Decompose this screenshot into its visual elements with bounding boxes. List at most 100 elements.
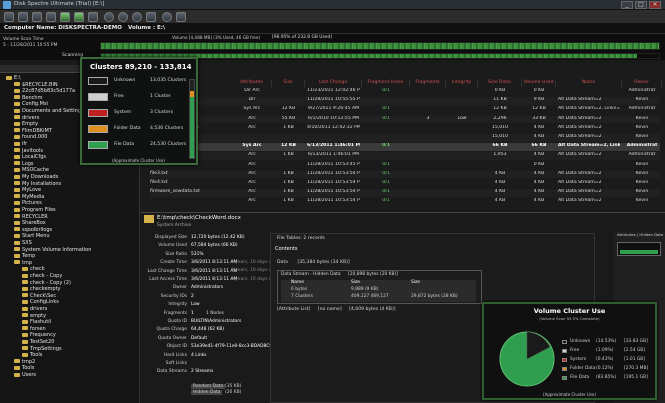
tree-item-label: Empty xyxy=(22,121,39,128)
search-icon[interactable] xyxy=(132,12,142,22)
table-row[interactable]: file2.txtArc11/28/2011 10:53:45 PM0/10 K… xyxy=(150,162,660,170)
cell-ratio: 15,010 xyxy=(491,134,509,139)
folder-icon xyxy=(22,319,28,324)
folder-icon xyxy=(14,207,20,212)
cell-used: 12 KB xyxy=(532,106,546,112)
column-header-8[interactable]: Notes xyxy=(556,80,622,87)
help-icon[interactable] xyxy=(118,12,128,22)
title-bar: Disk Spectre Ultimate (Trial) [E:\] _ □ … xyxy=(0,0,665,10)
volume-map[interactable] xyxy=(100,42,660,50)
field-label: Data Streams xyxy=(156,369,187,375)
ads-title[interactable]: Data Stream - Hidden Data [20,898 bytes … xyxy=(281,272,398,277)
folder-icon xyxy=(14,82,20,87)
column-header-1[interactable]: Size xyxy=(272,80,305,87)
scan-icon[interactable] xyxy=(60,12,70,22)
table-row[interactable]: file4.txt Arc 1 KB 11/28/2011 10:53:54 PM 0/… xyxy=(150,180,660,188)
tree-item-label: drivers xyxy=(30,306,48,312)
folder-icon xyxy=(14,141,20,146)
tree-item-label: MyMedia xyxy=(22,193,45,200)
column-header-9[interactable]: Owner xyxy=(622,80,662,87)
folder-icon xyxy=(22,293,28,298)
folder-icon xyxy=(14,372,20,377)
cell-owner: Kevin xyxy=(635,180,649,185)
cell-attr: Sys Arc xyxy=(242,143,262,149)
field-value: 53e39e41-4f79-11e0-8cc3-BDAD8C9... xyxy=(191,344,277,350)
cell-attr: Dir xyxy=(248,97,256,103)
cluster-subtitle: (Volume Scan 93.5% Complete) xyxy=(539,316,600,321)
close-button[interactable]: × xyxy=(649,1,661,9)
home-icon[interactable] xyxy=(146,12,156,22)
table-row[interactable]: file.exeSys Arc12 KB9/27/2011 9:26:45 AM… xyxy=(150,106,660,114)
popup-value: 1 Cluster xyxy=(150,94,171,99)
cell-owner: Kevin xyxy=(635,124,649,130)
field-label: Fragments xyxy=(163,310,187,316)
ads-cell: 7 Clusters xyxy=(291,294,314,299)
table-row[interactable]: firmware_sowdata.txt Arc 1 KB 11/28/2011 10… xyxy=(150,189,660,197)
cell-used: 33 KB xyxy=(532,115,546,121)
stream-item[interactable]: Random Data xyxy=(191,384,226,389)
folder-icon[interactable] xyxy=(32,12,42,22)
maximize-button[interactable]: □ xyxy=(635,1,647,9)
table-row[interactable]: checkWord.docx15,0104 KBAlt Data Stream=… xyxy=(150,134,660,142)
file-tables[interactable]: File Tables: 2 records xyxy=(277,236,325,241)
ads-box: Data Stream - Hidden Data [20,898 bytes … xyxy=(277,270,482,304)
table-row[interactable]: DefaultWordList.docxArc1 KB4/10/2011 12:… xyxy=(150,125,660,133)
cell-notes: Alt Data Stream=2 xyxy=(558,198,602,204)
column-header-0[interactable]: Attributes xyxy=(232,80,272,87)
drive-icon[interactable] xyxy=(46,12,56,22)
column-header-5[interactable]: Integrity xyxy=(446,80,478,87)
field-label: Soft Links xyxy=(165,361,187,366)
table-row[interactable]: ChkEnc.logDir Arc11/23/2011 12:02:46 PM0… xyxy=(150,88,660,96)
cell-used: 4 KB xyxy=(533,189,545,195)
folder-icon xyxy=(14,174,20,179)
file-name: file4.txt xyxy=(150,180,168,185)
tree-item-label: My Installations xyxy=(22,180,62,187)
tree-item-label: MyLove xyxy=(22,187,42,194)
volume-stats: Volume [4,488 MB] (3% Used, 46 GB free) xyxy=(172,35,261,40)
open-icon[interactable] xyxy=(4,12,14,22)
cell-change: 4/10/2011 12:42:32 PM xyxy=(307,124,360,130)
popup-value: 4,536 Clusters xyxy=(150,126,184,131)
table-row[interactable]: checkDisk.exeDir11/28/2011 10:55:55 PM11… xyxy=(150,97,660,105)
table-row[interactable]: files.txtSys Arc12 KB6/13/2011 1:46:01 P… xyxy=(150,143,660,151)
table-row[interactable]: file1.txtArc1 KB6/13/2011 1:46:01 PM1,95… xyxy=(150,152,660,160)
cell-frags: 3 xyxy=(426,115,430,121)
popup-row: Folder Data 4,536 Clusters xyxy=(88,125,188,136)
tree-item[interactable]: Users xyxy=(14,372,36,379)
legend-label: Folder Data xyxy=(570,366,596,371)
tree-item-label: drivers xyxy=(22,114,40,121)
table-row[interactable]: Arc 1 KB 11/28/2011 10:53:54 PM 0/1 4 KB 4 KB… xyxy=(150,198,660,206)
column-header-4[interactable]: Fragments xyxy=(410,80,446,87)
save-icon[interactable] xyxy=(18,12,28,22)
stream-size: (20 KB) xyxy=(225,390,242,395)
cell-ratio: 12 KB xyxy=(493,106,507,112)
folder-icon xyxy=(22,286,28,291)
report-icon[interactable] xyxy=(74,12,84,22)
minimize-button[interactable]: _ xyxy=(621,1,633,9)
swatch xyxy=(88,125,108,133)
table-row[interactable]: file3.txt Arc 1 KB 11/28/2011 10:53:54 PM 0/… xyxy=(150,170,660,179)
legend-label: Unknown xyxy=(570,339,591,344)
column-header-7[interactable]: Volume Used xyxy=(522,80,556,87)
cluster-pie xyxy=(499,331,555,387)
settings-icon[interactable] xyxy=(162,12,172,22)
data-stream[interactable]: Data [35,384 bytes (34 KB)] xyxy=(277,260,350,265)
attribute-list[interactable]: [Attribute List] [no name] [4,609 bytes … xyxy=(277,307,396,312)
cell-size: 1 KB xyxy=(283,180,294,185)
column-header-3[interactable]: Fragment Index xyxy=(362,80,410,87)
field-value: 12,720 bytes (12.42 KB) xyxy=(191,235,245,240)
column-header-2[interactable]: Last Change xyxy=(305,80,362,87)
column-header-6[interactable]: Size Ratio xyxy=(478,80,522,87)
file-name: firmware_sowdata.txt xyxy=(150,189,200,195)
folder-icon xyxy=(14,200,20,205)
stop-icon[interactable] xyxy=(104,12,114,22)
stream-item[interactable]: Hidden Data xyxy=(191,390,223,395)
field-label: Owner xyxy=(172,285,187,291)
info-icon[interactable] xyxy=(176,12,186,22)
table-row[interactable]: ChkTest.exeArc55 KB6/1/2010 10:12:55 PM0… xyxy=(150,115,660,124)
stream-thumb[interactable] xyxy=(617,242,661,256)
legend-value: [1.01 GB] xyxy=(624,357,646,362)
tree-item-label: found.000 xyxy=(22,134,48,141)
monitor-icon[interactable] xyxy=(88,12,98,22)
file-name: file3.txt xyxy=(150,170,168,176)
